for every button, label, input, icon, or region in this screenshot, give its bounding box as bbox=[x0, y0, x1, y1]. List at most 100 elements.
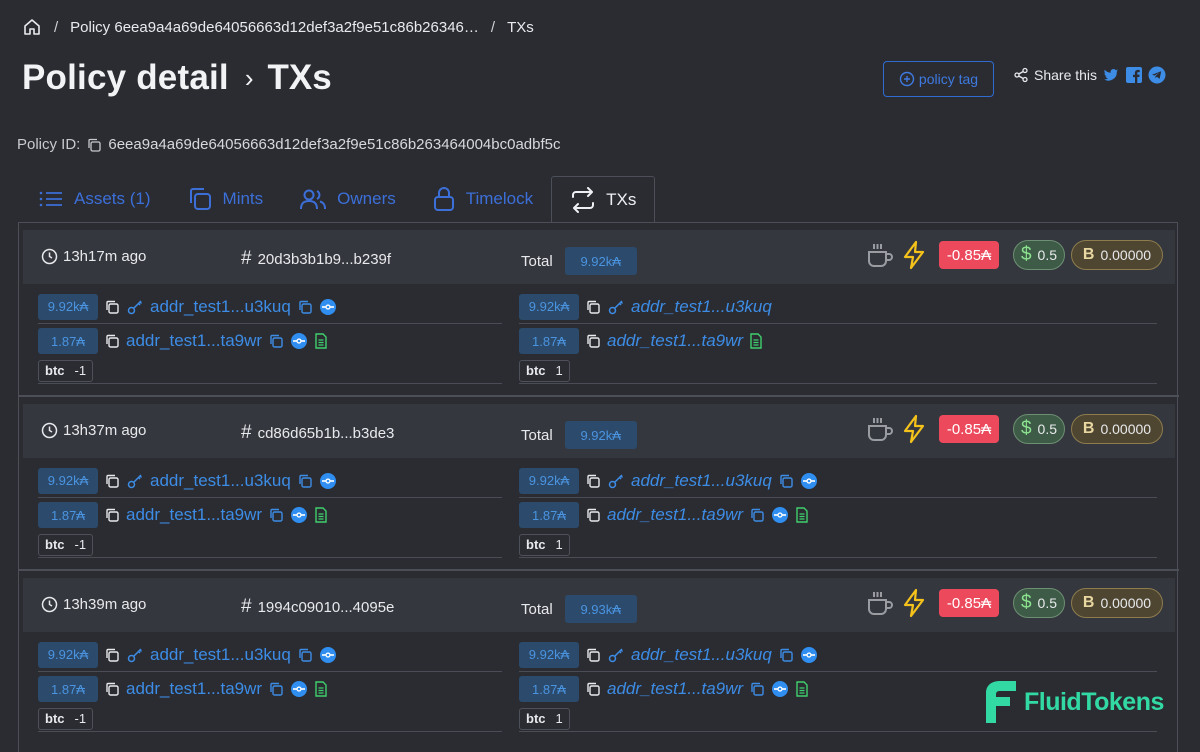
token-tag[interactable]: btc 1 bbox=[519, 707, 570, 730]
address-link[interactable]: addr_test1...u3kuq bbox=[631, 471, 772, 491]
contract-icon[interactable] bbox=[314, 333, 328, 349]
tx-hash[interactable]: # 20d3b3b1b9...b239f bbox=[241, 248, 391, 270]
ada-badge: $0.5 bbox=[1013, 240, 1065, 270]
tx-total-value: 9.92k₳ bbox=[564, 421, 637, 449]
address-link[interactable]: addr_test1...ta9wr bbox=[126, 505, 262, 525]
tab-txs[interactable]: TXs bbox=[551, 176, 656, 222]
token-name: btc bbox=[526, 537, 546, 552]
copy-icon[interactable] bbox=[778, 647, 794, 663]
address-link[interactable]: addr_test1...u3kuq bbox=[150, 471, 291, 491]
wallet-icon[interactable] bbox=[290, 506, 308, 524]
address-link[interactable]: addr_test1...u3kuq bbox=[150, 645, 291, 665]
wallet-icon[interactable] bbox=[800, 646, 818, 664]
lightning-icon bbox=[901, 240, 927, 270]
key-icon bbox=[126, 298, 144, 316]
copy-icon[interactable] bbox=[585, 299, 601, 315]
home-icon[interactable] bbox=[22, 17, 42, 37]
tx-outputs: 9.92k₳ addr_test1...u3kuq 1.87₳ addr_tes… bbox=[519, 464, 1157, 558]
tx-total-label: Total bbox=[521, 426, 553, 444]
wallet-icon[interactable] bbox=[319, 646, 337, 664]
transaction-header: 13h39m ago # 1994c09010...4095e Total 9.… bbox=[23, 578, 1175, 632]
copy-icon[interactable] bbox=[104, 299, 120, 315]
address-link[interactable]: addr_test1...u3kuq bbox=[631, 645, 772, 665]
contract-icon[interactable] bbox=[314, 507, 328, 523]
policy-id-label: Policy ID: bbox=[17, 136, 81, 153]
copy-icon[interactable] bbox=[585, 473, 601, 489]
btc-value: 0.00000 bbox=[1100, 247, 1152, 263]
copy-icon[interactable] bbox=[585, 647, 601, 663]
clock-icon bbox=[41, 248, 58, 265]
coffee-cup-icon bbox=[865, 414, 895, 444]
tx-hash[interactable]: # 1994c09010...4095e bbox=[241, 596, 394, 618]
copy-icon[interactable] bbox=[297, 299, 313, 315]
tab-timelock[interactable]: Timelock bbox=[414, 176, 551, 222]
ada-badge: $0.5 bbox=[1013, 588, 1065, 618]
copy-icon[interactable] bbox=[104, 647, 120, 663]
token-qty: 1 bbox=[555, 363, 563, 378]
contract-icon[interactable] bbox=[795, 507, 809, 523]
token-tag[interactable]: btc -1 bbox=[38, 359, 94, 382]
hash-icon: # bbox=[241, 248, 252, 269]
copy-icon[interactable] bbox=[749, 681, 765, 697]
tab-mints[interactable]: Mints bbox=[169, 176, 282, 222]
address-link[interactable]: addr_test1...ta9wr bbox=[126, 331, 262, 351]
copy-icon[interactable] bbox=[268, 681, 284, 697]
dollar-icon: $ bbox=[1020, 592, 1032, 613]
contract-icon[interactable] bbox=[314, 681, 328, 697]
tab-label: TXs bbox=[606, 189, 637, 209]
policy-tag-button[interactable]: policy tag bbox=[883, 61, 994, 97]
address-link[interactable]: addr_test1...ta9wr bbox=[126, 679, 262, 699]
copy-icon[interactable] bbox=[268, 333, 284, 349]
token-tag[interactable]: btc -1 bbox=[38, 707, 94, 730]
contract-icon[interactable] bbox=[749, 333, 763, 349]
address-link[interactable]: addr_test1...ta9wr bbox=[607, 505, 743, 525]
key-icon bbox=[607, 646, 625, 664]
wallet-icon[interactable] bbox=[319, 472, 337, 490]
plus-circle-icon bbox=[899, 71, 915, 87]
address-link[interactable]: addr_test1...ta9wr bbox=[607, 679, 743, 699]
address-link[interactable]: addr_test1...ta9wr bbox=[607, 331, 743, 351]
token-tag[interactable]: btc -1 bbox=[38, 533, 94, 556]
wallet-icon[interactable] bbox=[771, 506, 789, 524]
token-tag[interactable]: btc 1 bbox=[519, 359, 570, 382]
dollar-icon: $ bbox=[1020, 418, 1032, 439]
copy-icon[interactable] bbox=[297, 647, 313, 663]
policy-id-value: 6eea9a4a69de64056663d12def3a2f9e51c86b26… bbox=[108, 136, 561, 153]
copy-icon[interactable] bbox=[749, 507, 765, 523]
copy-icon[interactable] bbox=[104, 507, 120, 523]
copy-icon[interactable] bbox=[778, 473, 794, 489]
twitter-icon[interactable] bbox=[1102, 66, 1120, 84]
wallet-icon[interactable] bbox=[319, 298, 337, 316]
contract-icon[interactable] bbox=[795, 681, 809, 697]
token-row: btc -1 bbox=[38, 706, 502, 732]
wallet-icon[interactable] bbox=[771, 680, 789, 698]
copy-icon[interactable] bbox=[104, 473, 120, 489]
tab-assets[interactable]: Assets (1) bbox=[20, 176, 169, 222]
copy-icon[interactable] bbox=[104, 333, 120, 349]
bitcoin-icon: B bbox=[1082, 420, 1095, 437]
wallet-icon[interactable] bbox=[290, 332, 308, 350]
copy-icon[interactable] bbox=[297, 473, 313, 489]
clock-icon bbox=[41, 596, 58, 613]
copy-icon[interactable] bbox=[268, 507, 284, 523]
tab-owners[interactable]: Owners bbox=[281, 176, 414, 222]
telegram-icon[interactable] bbox=[1148, 66, 1166, 84]
wallet-icon[interactable] bbox=[800, 472, 818, 490]
wallet-icon[interactable] bbox=[290, 680, 308, 698]
tx-total: Total 9.92k₳ bbox=[521, 247, 637, 275]
copy-icon[interactable] bbox=[585, 333, 601, 349]
tx-hash[interactable]: # cd86d65b1b...b3de3 bbox=[241, 422, 394, 444]
transaction-header: 13h17m ago # 20d3b3b1b9...b239f Total 9.… bbox=[23, 230, 1175, 284]
input-row: 9.92k₳ addr_test1...u3kuq bbox=[38, 638, 502, 672]
breadcrumb-policy[interactable]: Policy 6eea9a4a69de64056663d12def3a2f9e5… bbox=[70, 19, 479, 36]
copy-icon[interactable] bbox=[585, 681, 601, 697]
copy-icon[interactable] bbox=[104, 681, 120, 697]
facebook-icon[interactable] bbox=[1125, 66, 1143, 84]
copy-icon[interactable] bbox=[86, 137, 102, 153]
copy-icon[interactable] bbox=[585, 507, 601, 523]
ada-value: 0.5 bbox=[1037, 247, 1058, 263]
address-link[interactable]: addr_test1...u3kuq bbox=[150, 297, 291, 317]
address-link[interactable]: addr_test1...u3kuq bbox=[631, 297, 772, 317]
page-title: Policy detail bbox=[22, 58, 229, 97]
token-tag[interactable]: btc 1 bbox=[519, 533, 570, 556]
